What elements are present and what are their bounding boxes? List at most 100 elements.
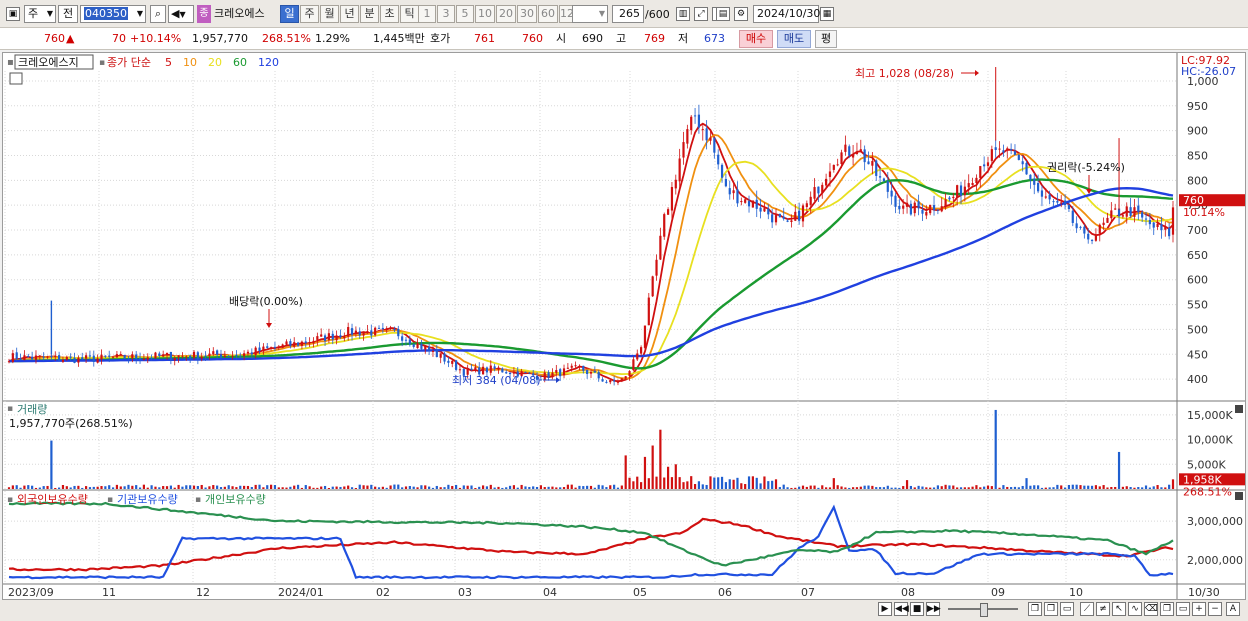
volume-value: 1,957,770	[192, 32, 248, 45]
price-tick-label: 650	[1187, 249, 1208, 262]
cursor-icon[interactable]: ↖	[1112, 602, 1126, 616]
copy-icon[interactable]: ❐	[1028, 602, 1042, 616]
interval-tab-10[interactable]: 10	[475, 5, 495, 23]
indicator-icon[interactable]: ⤢	[694, 7, 708, 21]
candle-body	[169, 352, 172, 360]
candle-body	[431, 350, 435, 352]
candle-body	[119, 354, 122, 356]
volume-bar	[805, 486, 808, 489]
layout-icon[interactable]: ▭	[1060, 602, 1074, 616]
volume-bar	[1067, 484, 1071, 489]
candle-body	[905, 202, 909, 207]
interval-tab-1[interactable]: 1	[418, 5, 436, 23]
candle-body	[397, 329, 400, 337]
high-price: 769	[644, 32, 665, 45]
stock-code-input[interactable]: 040350 ▼	[80, 5, 146, 23]
copy-icon[interactable]: ❐	[1160, 602, 1174, 616]
legend-dot-icon: ▪	[195, 495, 201, 505]
gear-icon[interactable]: ⚙	[734, 7, 748, 21]
layout-icon[interactable]: ▭	[1176, 602, 1190, 616]
period-tab-1[interactable]: 주	[300, 5, 319, 23]
sell-button[interactable]: 매도	[777, 30, 811, 48]
interval-tab-5[interactable]: 5	[456, 5, 474, 23]
volume-bar	[867, 485, 870, 489]
candle-body	[562, 368, 566, 376]
chart-settings-icon[interactable]: ▣	[6, 7, 20, 21]
panel-menu-icon[interactable]: ▪	[7, 57, 14, 68]
candle-body	[200, 356, 203, 359]
candle-body	[327, 333, 331, 340]
indicator-list-icon[interactable]	[9, 72, 23, 85]
scroll-right-icon[interactable]: ▶	[878, 602, 892, 616]
stock-name: 크레오에스	[214, 7, 265, 20]
panel-menu-icon[interactable]: ▪	[7, 404, 13, 414]
volume-bar	[512, 485, 516, 489]
volume-bar	[1048, 487, 1051, 489]
evaluation-button[interactable]: 평	[815, 30, 837, 48]
interval-tab-60[interactable]: 60	[538, 5, 558, 23]
close-icon[interactable]	[1235, 492, 1243, 500]
copy-icon[interactable]: ❐	[1044, 602, 1058, 616]
wave-icon[interactable]: ∿	[1128, 602, 1142, 616]
scroll-last-icon[interactable]: ▶▶	[926, 602, 941, 616]
candle-type-icon[interactable]: ▥	[676, 7, 690, 21]
volume-bar	[936, 485, 939, 489]
date-input[interactable]: 2024/10/30	[753, 5, 820, 23]
interval-tab-30[interactable]: 30	[517, 5, 537, 23]
interval-tab-20[interactable]: 20	[496, 5, 516, 23]
trend-line-icon[interactable]: ⟋	[1080, 602, 1094, 616]
volume-bar	[296, 484, 300, 489]
volume-bar	[350, 487, 354, 489]
chevron-down-icon: ▼	[46, 9, 53, 18]
candle-body	[304, 341, 307, 343]
search-button[interactable]: ⌕	[150, 5, 166, 23]
volume-bar	[963, 487, 966, 489]
candle-body	[882, 178, 886, 181]
candle-body	[643, 325, 647, 348]
mode-select[interactable]: 주 ▼	[24, 5, 56, 23]
candle-body	[1013, 151, 1017, 155]
candle-body	[586, 369, 589, 374]
font-size-icon[interactable]: A	[1226, 602, 1240, 616]
volume-bar	[1079, 485, 1082, 489]
period-tab-6[interactable]: 틱	[400, 5, 419, 23]
candle-body	[123, 355, 126, 359]
time-tick-label: 2023/09	[8, 586, 54, 599]
close-icon[interactable]	[1235, 405, 1243, 413]
period-tab-2[interactable]: 월	[320, 5, 339, 23]
interval-tab-3[interactable]: 3	[437, 5, 455, 23]
count-input[interactable]: 265	[612, 5, 644, 23]
volume-bar	[61, 485, 65, 489]
add-icon[interactable]: +	[1192, 602, 1206, 616]
candle-body	[34, 355, 38, 360]
erase-icon[interactable]: ⌫	[1144, 602, 1158, 616]
period-tab-3[interactable]: 년	[340, 5, 359, 23]
low-price: 673	[704, 32, 725, 45]
interval-select[interactable]: ▼	[572, 5, 608, 23]
save-icon[interactable]: ▤	[716, 7, 730, 21]
candle-body	[454, 360, 458, 370]
buy-button[interactable]: 매수	[739, 30, 773, 48]
range-value: 전	[62, 7, 74, 20]
period-tab-5[interactable]: 초	[380, 5, 399, 23]
minus-icon[interactable]: −	[1208, 602, 1222, 616]
candle-body	[1121, 215, 1124, 217]
scroll-first-icon[interactable]: ◀◀	[894, 602, 909, 616]
zoom-slider-handle[interactable]	[980, 603, 988, 617]
chart-area[interactable]: 1,00095090085080075070065060055050045040…	[2, 52, 1246, 600]
period-tab-0[interactable]: 일	[280, 5, 299, 23]
volume-bar	[485, 486, 489, 489]
stop-icon[interactable]: ■	[910, 602, 924, 616]
range-button[interactable]: 전	[58, 5, 78, 23]
calendar-icon[interactable]: ▦	[820, 7, 834, 21]
period-tab-4[interactable]: 분	[360, 5, 379, 23]
candle-body	[420, 343, 423, 349]
price-chart[interactable]: 1,00095090085080075070065060055050045040…	[3, 53, 1245, 599]
volume-bar	[262, 487, 265, 489]
volume-bar	[959, 487, 963, 489]
volume-bar	[851, 487, 855, 489]
fibonacci-icon[interactable]: ≠	[1096, 602, 1110, 616]
candle-body	[1029, 174, 1032, 180]
sound-toggle[interactable]: ◀▼	[168, 5, 194, 23]
price-tick-label: 900	[1187, 125, 1208, 138]
